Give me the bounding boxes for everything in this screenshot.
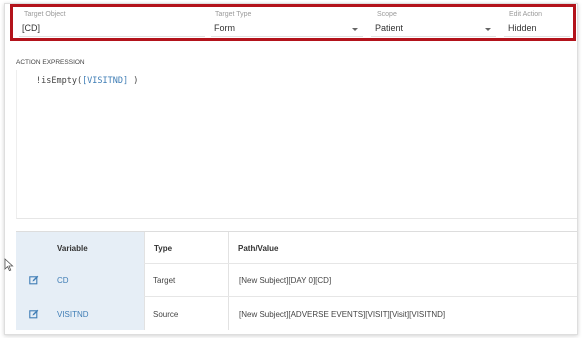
column-divider [144, 232, 145, 330]
variable-link[interactable]: VISITND [57, 310, 89, 319]
target-type-dropdown-icon[interactable] [352, 28, 358, 31]
target-type-underline [211, 36, 363, 37]
target-object-value[interactable]: [CD] [22, 23, 40, 33]
column-divider [228, 232, 229, 330]
variables-table: Variable Type Path/Value CD Target [New … [16, 231, 577, 330]
variable-type: Source [153, 310, 179, 319]
scope-label: Scope [377, 11, 397, 18]
scope-underline [371, 36, 496, 37]
column-header-variable: Variable [57, 244, 88, 253]
scope-value[interactable]: Patient [375, 23, 403, 33]
edit-icon[interactable] [29, 275, 39, 285]
expression-variable: [VISITND] [82, 76, 129, 86]
target-type-value[interactable]: Form [214, 23, 235, 33]
variable-path: [New Subject][DAY 0][CD] [239, 276, 332, 285]
edit-icon[interactable] [29, 309, 39, 319]
mouse-cursor-icon [4, 258, 14, 272]
action-expression-title: ACTION EXPRESSION [16, 59, 85, 66]
scope-dropdown-icon[interactable] [485, 28, 491, 31]
target-type-label: Target Type [215, 11, 252, 18]
row-divider [144, 263, 577, 264]
expression-close: ) [128, 76, 139, 86]
row-divider [144, 296, 577, 297]
target-object-field[interactable]: Target Object [CD] [19, 4, 205, 41]
expression-function: !isEmpty( [36, 76, 83, 86]
edit-action-label: Edit Action [509, 11, 543, 18]
edit-action-underline [504, 36, 570, 37]
target-object-label: Target Object [24, 11, 66, 18]
column-header-path: Path/Value [238, 244, 279, 253]
target-type-field[interactable]: Target Type Form [211, 4, 363, 41]
column-header-type: Type [154, 244, 173, 253]
expression-editor[interactable]: !isEmpty([VISITND] ) [16, 70, 577, 219]
edit-action-value[interactable]: Hidden [508, 23, 537, 33]
variable-link[interactable]: CD [57, 276, 69, 285]
action-editor-panel: Target Object [CD] Target Type Form Scop… [4, 3, 578, 335]
scope-field[interactable]: Scope Patient [371, 4, 496, 41]
edit-action-field[interactable]: Edit Action Hidden [504, 4, 570, 41]
expression-code[interactable]: !isEmpty([VISITND] ) [36, 76, 138, 86]
target-object-underline [19, 36, 205, 37]
variable-path: [New Subject][ADVERSE EVENTS][VISIT][Vis… [239, 310, 446, 319]
variable-type: Target [153, 276, 176, 285]
